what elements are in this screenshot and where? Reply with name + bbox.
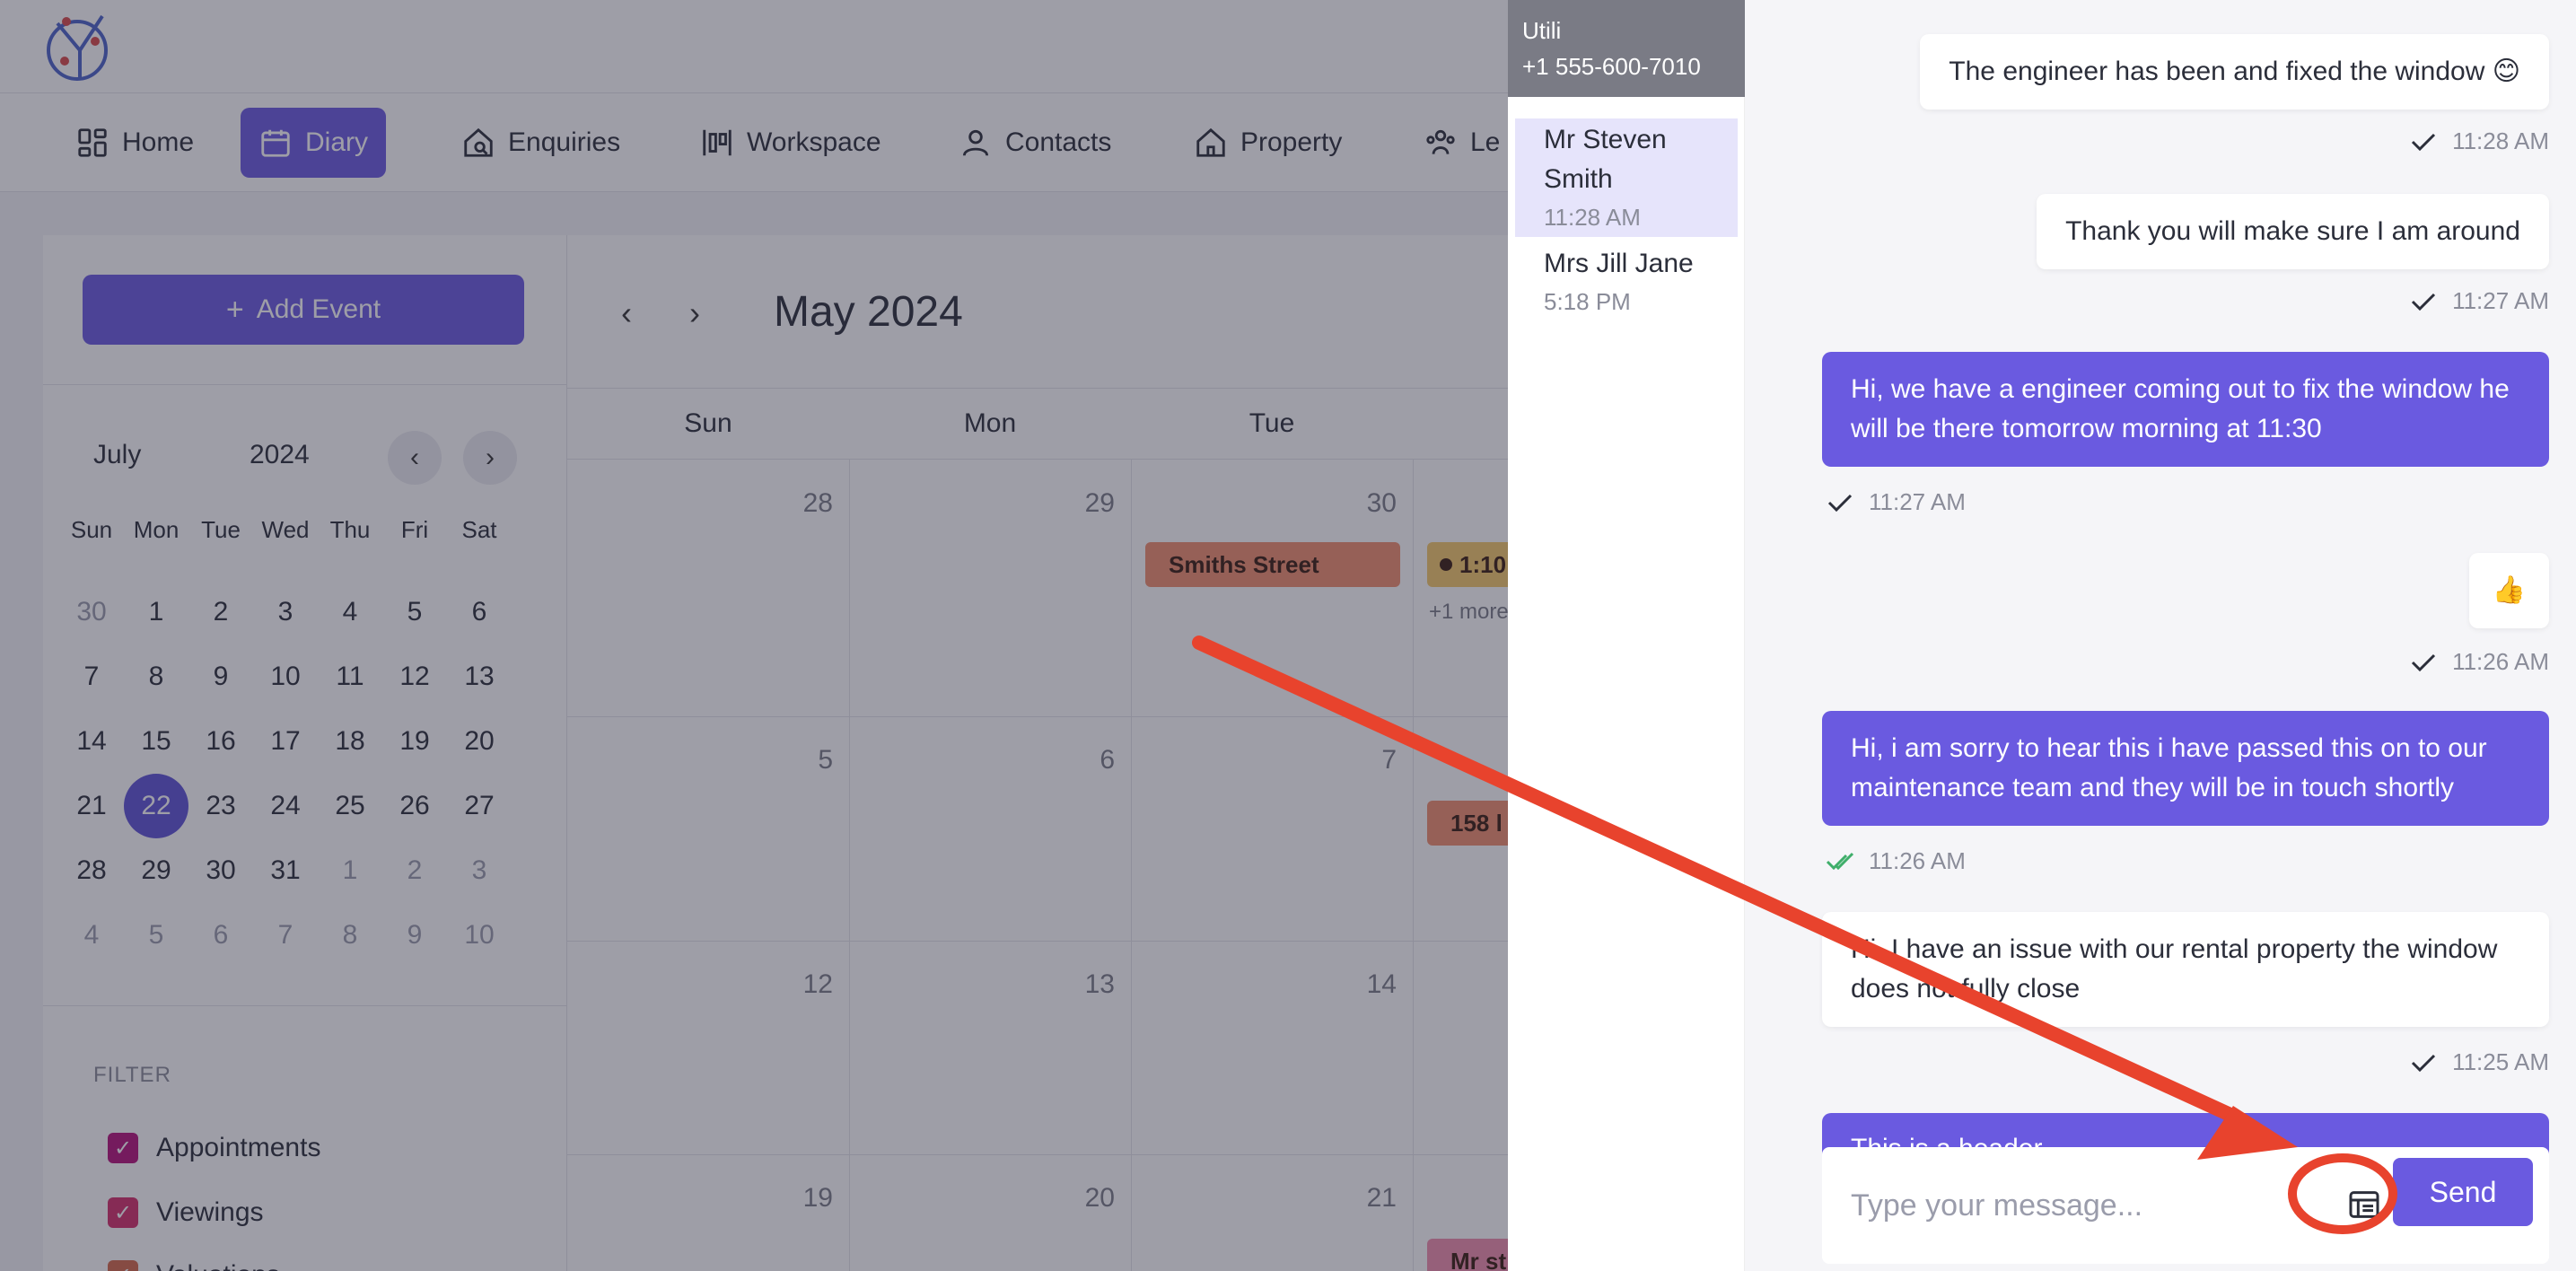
chat-panel: The engineer has been and fixed the wind…	[1745, 0, 2576, 1271]
message-bubble-incoming: The engineer has been and fixed the wind…	[1920, 34, 2549, 110]
check-icon	[2412, 133, 2436, 151]
message-text: Hi, i am sorry to hear this i have passe…	[1851, 733, 2487, 802]
modal-backdrop[interactable]	[0, 0, 1508, 1271]
check-icon	[2412, 653, 2436, 671]
message-bubble-incoming: 👍	[2468, 553, 2549, 628]
message-time: 11:27 AM	[1869, 488, 1966, 515]
message-text: Thank you will make sure I am around	[2065, 216, 2520, 246]
template-button[interactable]	[2335, 1176, 2393, 1233]
double-check-icon	[1826, 852, 1854, 870]
conversation-list: Utili +1 555-600-7010 Mr Steven Smith 11…	[1508, 0, 1745, 1271]
conversation-name: Mrs Jill Jane	[1544, 249, 1694, 278]
message-meta: 11:25 AM	[2409, 1048, 2549, 1076]
message-composer: Send	[1822, 1147, 2549, 1264]
check-icon	[1827, 494, 1853, 512]
diary-app: Home Diary Enquiries Workspace Contacts …	[0, 0, 1508, 1271]
message-time: 11:28 AM	[2452, 127, 2549, 154]
message-text: The engineer has been and fixed the wind…	[1949, 57, 2520, 86]
message-meta: 11:27 AM	[2409, 287, 2549, 315]
message-bubble-outgoing: Hi, i am sorry to hear this i have passe…	[1822, 711, 2549, 826]
message-text: Hi, I have an issue with our rental prop…	[1851, 934, 2498, 1004]
conversation-time: 11:28 AM	[1544, 204, 1641, 231]
message-bubble-incoming: Hi, I have an issue with our rental prop…	[1822, 912, 2549, 1027]
message-text: Hi, we have a engineer coming out to fix…	[1851, 374, 2510, 443]
message-time: 11:26 AM	[1869, 847, 1966, 874]
conversation-item[interactable]: Mr Steven Smith 11:28 AM	[1515, 118, 1738, 237]
check-icon	[2412, 1054, 2436, 1072]
message-input[interactable]	[1851, 1174, 2264, 1237]
message-text: 👍	[2492, 575, 2526, 605]
message-time: 11:26 AM	[2452, 648, 2549, 675]
message-meta: 11:26 AM	[2409, 648, 2549, 676]
conversation-time: 5:18 PM	[1544, 288, 1631, 315]
message-time: 11:25 AM	[2452, 1048, 2549, 1075]
conversation-item[interactable]: Mrs Jill Jane 5:18 PM	[1515, 242, 1738, 321]
conversation-name: Mr Steven Smith	[1544, 125, 1667, 194]
contact-header-name: Utili	[1522, 17, 1562, 44]
message-time: 11:27 AM	[2452, 287, 2549, 314]
template-icon	[2349, 1191, 2379, 1218]
message-bubble-outgoing: Hi, we have a engineer coming out to fix…	[1822, 352, 2549, 467]
message-meta: 11:26 AM	[1826, 847, 1966, 875]
message-bubble-incoming: Thank you will make sure I am around	[2037, 194, 2549, 269]
message-meta: 11:27 AM	[1826, 488, 1966, 516]
message-meta: 11:28 AM	[2409, 127, 2549, 155]
send-button[interactable]: Send	[2393, 1158, 2533, 1226]
contact-header-phone: +1 555-600-7010	[1522, 53, 1701, 80]
check-icon	[2412, 293, 2436, 311]
contact-header: Utili +1 555-600-7010	[1508, 0, 1745, 97]
